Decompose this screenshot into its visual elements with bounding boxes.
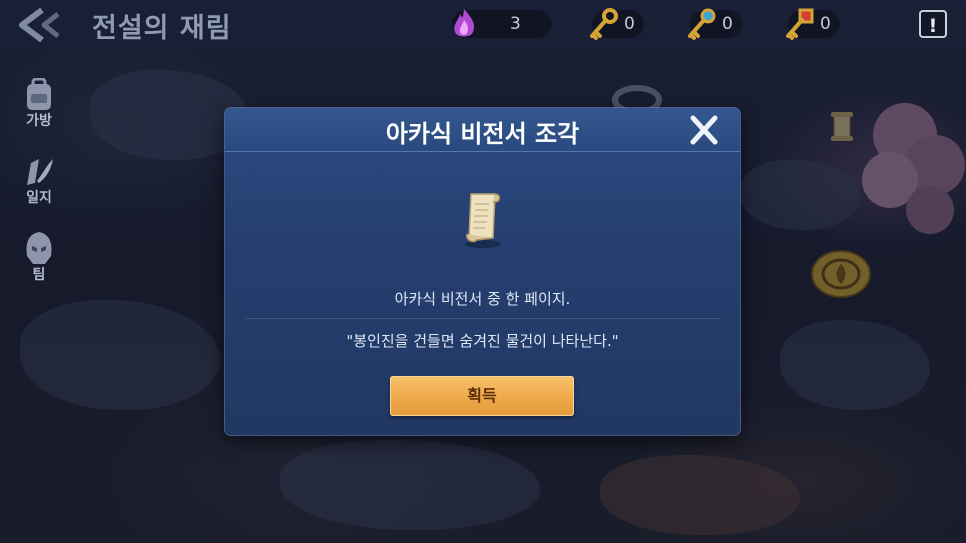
quill-journal-icon xyxy=(27,159,53,185)
acquire-button[interactable]: 획득 xyxy=(390,376,574,416)
resource-flame: 3 xyxy=(452,9,552,38)
back-arrow-icon xyxy=(19,7,60,43)
item-description: 아카식 비전서 중 한 페이지. xyxy=(394,290,571,308)
close-button[interactable] xyxy=(687,114,721,146)
backpack-icon xyxy=(27,78,51,110)
purple-flame-icon xyxy=(454,9,474,37)
back-button[interactable] xyxy=(12,6,72,44)
gold-key-count: 0 xyxy=(624,14,635,34)
red-gem-key-icon xyxy=(786,8,814,40)
sidebar-item-label: 일지 xyxy=(26,190,52,206)
dialog-title: 아카식 비전서 조각 xyxy=(385,120,580,148)
red-key-count: 0 xyxy=(820,14,831,34)
item-quote: "봉인진을 건들면 숨겨진 물건이 나타난다." xyxy=(346,332,619,350)
item-dialog: 아카식 비전서 조각 아카식 비전서 중 한 페이지. "봉인진을 건들면 숨겨… xyxy=(225,108,740,435)
page-title: 전설의 재림 xyxy=(92,13,232,44)
scroll-icon xyxy=(465,193,501,248)
alert-button[interactable]: ! xyxy=(919,10,947,38)
sidebar-item-journal[interactable]: 일지 xyxy=(14,155,64,207)
close-icon xyxy=(690,115,718,145)
helmet-icon xyxy=(26,232,52,264)
resource-blue-key: 0 xyxy=(688,8,742,40)
gold-key-icon xyxy=(590,8,618,40)
resource-red-key: 0 xyxy=(786,8,840,40)
sidebar-item-bag[interactable]: 가방 xyxy=(14,78,64,130)
top-bar: 전설의 재림 3 0 0 0 ! xyxy=(0,0,966,50)
flame-count: 3 xyxy=(510,14,521,34)
divider xyxy=(245,318,720,319)
blue-key-count: 0 xyxy=(722,14,733,34)
sidebar-item-label: 가방 xyxy=(26,113,52,129)
sidebar-item-label: 팀 xyxy=(32,267,46,283)
blue-gem-key-icon xyxy=(688,8,716,40)
dialog-header: 아카식 비전서 조각 xyxy=(225,108,740,152)
resource-gold-key: 0 xyxy=(590,8,644,40)
sidebar-item-team[interactable]: 팀 xyxy=(14,230,64,284)
